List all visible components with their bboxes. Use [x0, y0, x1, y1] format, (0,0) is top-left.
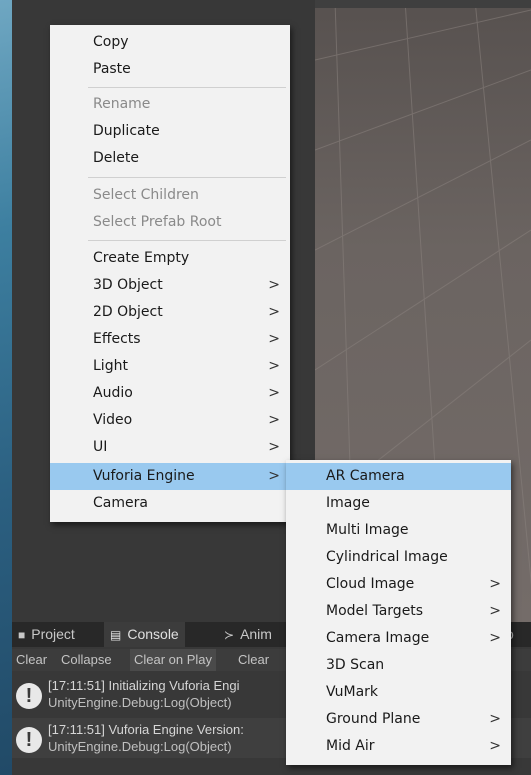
menu-item-paste[interactable]: Paste — [50, 56, 290, 83]
log-message: [17:11:51] Vuforia Engine Version: — [48, 722, 244, 737]
menu-item-select-children: Select Children — [93, 187, 199, 203]
menu-item-ui[interactable]: UI > — [50, 434, 290, 461]
chevron-right-icon: > — [268, 468, 280, 484]
submenu-item-3d-scan[interactable]: 3D Scan — [286, 652, 511, 679]
menu-item-effects[interactable]: Effects > — [50, 326, 290, 353]
tab-animation[interactable]: ≻ Anim — [218, 622, 278, 647]
menu-item-delete[interactable]: Delete — [50, 145, 290, 172]
menu-item-copy[interactable]: Copy — [50, 29, 290, 56]
menu-item-label: UI — [93, 439, 108, 455]
submenu-item-label: Ground Plane — [326, 711, 421, 727]
chevron-right-icon: > — [489, 576, 501, 592]
context-menu: Copy Paste Rename Duplicate Delete Selec… — [50, 25, 290, 522]
menu-item-video[interactable]: Video > — [50, 407, 290, 434]
chevron-right-icon: > — [489, 630, 501, 646]
chevron-right-icon: > — [489, 738, 501, 754]
menu-item-camera[interactable]: Camera — [50, 490, 290, 517]
log-message: [17:11:51] Initializing Vuforia Engi — [48, 678, 240, 693]
submenu-item-label: Mid Air — [326, 738, 375, 754]
menu-item-label: Video — [93, 412, 133, 428]
tab-project[interactable]: ■ Project — [12, 622, 81, 647]
menu-item-audio[interactable]: Audio > — [50, 380, 290, 407]
submenu-item-mid-air[interactable]: Mid Air > — [286, 733, 511, 760]
menu-item-label: Vuforia Engine — [93, 468, 195, 484]
submenu-item-ar-camera[interactable]: AR Camera — [286, 463, 511, 490]
clear-on-play-button[interactable]: Clear on Play — [130, 649, 217, 671]
menu-item-label: 3D Object — [93, 277, 163, 293]
submenu-item-ground-plane[interactable]: Ground Plane > — [286, 706, 511, 733]
submenu-item-cylindrical-image[interactable]: Cylindrical Image — [286, 544, 511, 571]
menu-item-light[interactable]: Light > — [50, 353, 290, 380]
submenu-item-multi-image[interactable]: Multi Image — [286, 517, 511, 544]
menu-item-2d-object[interactable]: 2D Object > — [50, 299, 290, 326]
tab-console[interactable]: ▤ Console — [104, 622, 185, 647]
submenu-item-model-targets[interactable]: Model Targets > — [286, 598, 511, 625]
collapse-button[interactable]: Collapse — [57, 649, 116, 671]
chevron-right-icon: > — [268, 331, 280, 347]
log-stack: UnityEngine.Debug:Log(Object) — [48, 695, 232, 710]
menu-item-duplicate[interactable]: Duplicate — [50, 118, 290, 145]
submenu-item-label: Camera Image — [326, 630, 430, 646]
submenu-item-label: Cloud Image — [326, 576, 415, 592]
animation-icon: ≻ — [224, 628, 235, 642]
menu-separator — [88, 87, 286, 88]
submenu-item-vumark[interactable]: VuMark — [286, 679, 511, 706]
chevron-right-icon: > — [268, 385, 280, 401]
clear-button[interactable]: Clear — [12, 649, 51, 671]
tab-project-label: Project — [31, 626, 75, 642]
menu-item-create-empty[interactable]: Create Empty — [50, 245, 290, 272]
chevron-right-icon: > — [268, 439, 280, 455]
log-text: [17:11:51] Initializing Vuforia Engi Uni… — [48, 677, 240, 711]
tab-animation-label: Anim — [240, 626, 272, 642]
menu-item-label: Audio — [93, 385, 133, 401]
menu-item-label: Light — [93, 358, 128, 374]
chevron-right-icon: > — [268, 358, 280, 374]
submenu-item-image[interactable]: Image — [286, 490, 511, 517]
chevron-right-icon: > — [268, 412, 280, 428]
scene-toolbar — [315, 0, 531, 8]
folder-icon: ■ — [18, 628, 26, 642]
info-icon: ! — [16, 683, 42, 709]
info-icon: ! — [16, 727, 42, 753]
log-stack: UnityEngine.Debug:Log(Object) — [48, 739, 232, 754]
chevron-right-icon: > — [268, 304, 280, 320]
clear-on-build-button[interactable]: Clear — [234, 649, 273, 671]
chevron-right-icon: > — [489, 711, 501, 727]
chevron-right-icon: > — [489, 603, 501, 619]
menu-separator — [88, 240, 286, 241]
chevron-right-icon: > — [268, 277, 280, 293]
submenu-item-label: Model Targets — [326, 603, 424, 619]
submenu-item-camera-image[interactable]: Camera Image > — [286, 625, 511, 652]
log-text: [17:11:51] Vuforia Engine Version: Unity… — [48, 721, 244, 755]
menu-item-label: Effects — [93, 331, 141, 347]
menu-item-rename: Rename — [93, 96, 151, 112]
menu-item-select-prefab-root: Select Prefab Root — [93, 214, 222, 230]
menu-item-label: 2D Object — [93, 304, 163, 320]
menu-separator — [88, 177, 286, 178]
console-icon: ▤ — [110, 628, 122, 642]
vuforia-submenu: AR Camera Image Multi Image Cylindrical … — [286, 460, 511, 765]
tab-console-label: Console — [127, 626, 179, 642]
menu-item-3d-object[interactable]: 3D Object > — [50, 272, 290, 299]
submenu-item-cloud-image[interactable]: Cloud Image > — [286, 571, 511, 598]
menu-item-vuforia-engine[interactable]: Vuforia Engine > — [50, 463, 290, 490]
